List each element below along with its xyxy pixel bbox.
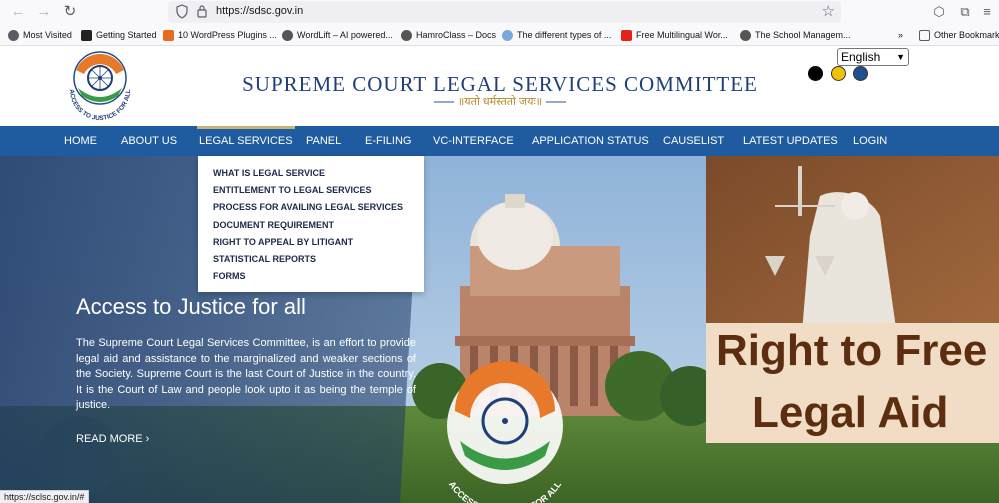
site-favicon-icon [81,29,92,41]
nav-e-filing[interactable]: E-FILING [365,135,411,147]
main-nav: HOME ABOUT US LEGAL SERVICES PANEL E-FIL… [0,126,999,156]
status-bar: https://sclsc.gov.in/# [0,490,90,503]
dropdown-right-to-appeal[interactable]: RIGHT TO APPEAL BY LITIGANT [213,237,353,247]
wordpress-icon [282,29,293,41]
dropdown-what-is-legal-service[interactable]: WHAT IS LEGAL SERVICE [213,168,325,178]
contrast-yellow-button[interactable] [831,66,846,81]
dropdown-document-requirement[interactable]: DOCUMENT REQUIREMENT [213,220,334,230]
bookmarks-bar: Most Visited Getting Started 10 WordPres… [0,24,999,46]
free-legal-aid-banner[interactable]: Right to Free Legal Aid [706,156,999,443]
contrast-black-button[interactable] [808,66,823,81]
lock-icon[interactable] [196,4,208,19]
nav-legal-services[interactable]: LEGAL SERVICES [197,126,295,147]
nav-about-us[interactable]: ABOUT US [121,135,177,147]
youtube-icon [621,29,632,41]
dropdown-process[interactable]: PROCESS FOR AVAILING LEGAL SERVICES [213,202,403,212]
menu-icon[interactable]: ≡ [978,3,996,21]
wordpress-icon [740,29,751,41]
site-favicon-icon [163,29,174,41]
aid-line-2: Legal Aid [752,388,949,437]
nav-causelist[interactable]: CAUSELIST [663,135,724,147]
bookmark-getting-started[interactable]: Getting Started [81,27,157,43]
legal-services-dropdown: WHAT IS LEGAL SERVICE ENTITLEMENT TO LEG… [198,156,424,292]
bookmark-most-visited[interactable]: Most Visited [8,27,72,43]
dropdown-entitlement[interactable]: ENTITLEMENT TO LEGAL SERVICES [213,185,372,195]
gear-icon [8,29,19,41]
bookmark-types[interactable]: The different types of ... [502,27,611,43]
contrast-blue-button[interactable] [853,66,868,81]
dropdown-statistical-reports[interactable]: STATISTICAL REPORTS [213,254,316,264]
browser-toolbar: ← → ↻ https://sdsc.gov.in ☆ ⬡ ⧉ ≡ [0,0,999,24]
more-bookmarks-icon[interactable]: » [898,27,903,43]
shield-icon[interactable] [176,4,188,19]
back-icon[interactable]: ← [8,2,28,22]
aid-line-1: Right to Free [716,326,988,375]
bookmark-hamroclass[interactable]: HamroClass – Docs [401,27,496,43]
bookmark-multilingual[interactable]: Free Multilingual Wor... [621,27,728,43]
language-select[interactable]: English ▼ [837,48,909,66]
site-header: ACCESS TO JUSTICE FOR ALL SUPREME COURT … [0,46,999,126]
hero-title: Access to Justice for all [76,294,306,319]
folder-icon [919,29,930,41]
bookmark-wordpress-plugins[interactable]: 10 WordPress Plugins ... [163,27,277,43]
bookmark-other[interactable]: Other Bookmarks [919,27,999,43]
pocket-icon[interactable]: ⬡ [930,3,948,21]
globe-icon [502,29,513,41]
nav-vc-interface[interactable]: VC-INTERFACE [433,135,514,147]
wordpress-icon [401,29,412,41]
bookmark-wordlift[interactable]: WordLift – AI powered... [282,27,393,43]
hero-slider: ACCESS TO JUSTICE FOR ALL Access to Just… [0,156,999,503]
motto-text: ॥यतो धर्मस्ततो जयः॥ [457,96,543,108]
forward-icon[interactable]: → [34,2,54,22]
bookmark-star-icon[interactable]: ☆ [822,2,835,20]
committee-logo[interactable]: ACCESS TO JUSTICE FOR ALL [60,50,140,124]
bookmark-school[interactable]: The School Managem... [740,27,851,43]
chevron-down-icon: ▼ [896,52,905,62]
motto: ॥यतो धर्मस्ततो जयः॥ [400,94,600,109]
extensions-icon[interactable]: ⧉ [956,3,974,21]
url-text[interactable]: https://sdsc.gov.in [216,5,303,17]
nav-login[interactable]: LOGIN [853,135,887,147]
nav-latest-updates[interactable]: LATEST UPDATES [743,135,838,147]
hero-description: The Supreme Court Legal Services Committ… [76,337,416,411]
reload-icon[interactable]: ↻ [60,2,80,22]
nav-application-status[interactable]: APPLICATION STATUS [532,135,649,147]
dropdown-forms[interactable]: FORMS [213,271,246,281]
read-more-link[interactable]: READ MORE › [76,433,149,445]
nav-home[interactable]: HOME [64,135,97,147]
address-bar[interactable]: https://sdsc.gov.in ☆ [168,1,841,23]
nav-panel[interactable]: PANEL [306,135,341,147]
